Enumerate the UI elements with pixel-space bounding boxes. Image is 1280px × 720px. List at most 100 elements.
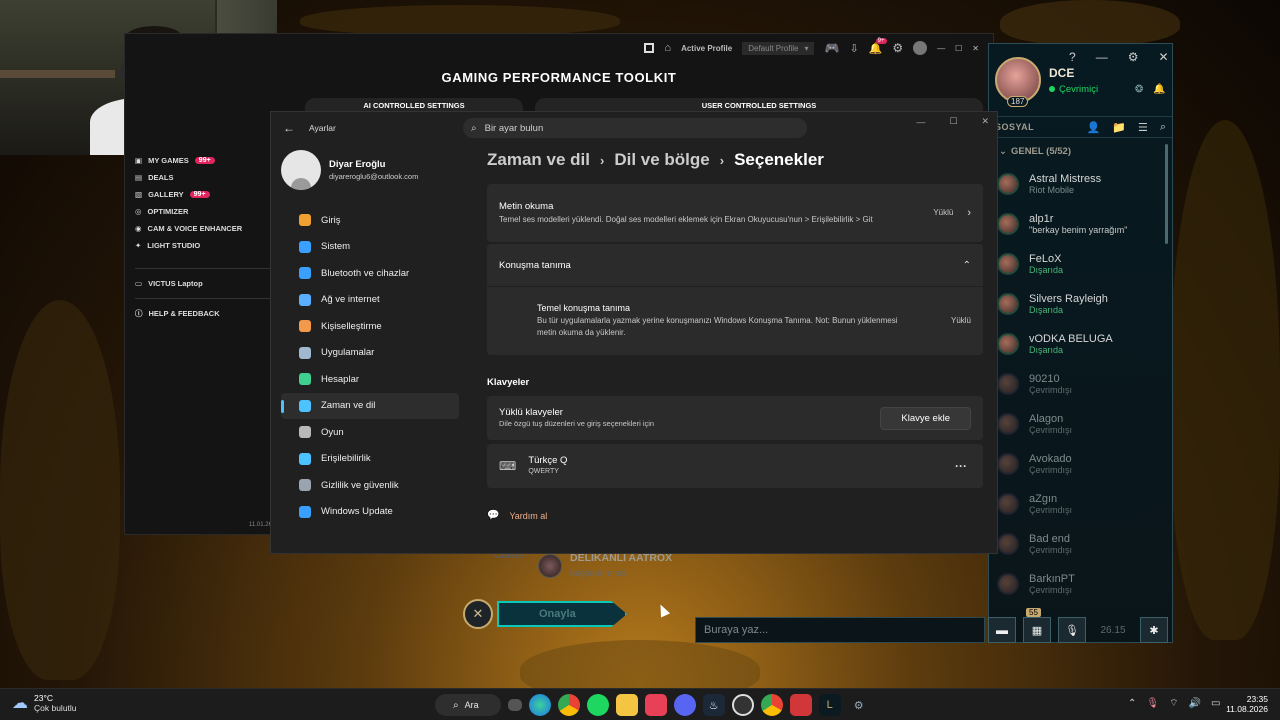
chevron-up-icon[interactable]: ⌃	[1128, 698, 1136, 709]
friend-row[interactable]: alp1r "berkay benim yarrağım"	[989, 204, 1172, 244]
text-to-speech-card[interactable]: Metin okuma Temel ses modelleri yüklendi…	[487, 184, 983, 242]
download-icon[interactable]: ⇩	[849, 42, 858, 55]
profile-avatar[interactable]: 187	[995, 57, 1041, 107]
volume-icon[interactable]: 🔊	[1189, 698, 1201, 709]
keyboard-icon: ⌨	[499, 459, 517, 473]
close-icon[interactable]: ✕	[981, 116, 989, 127]
valorant-icon[interactable]	[789, 694, 812, 716]
close-icon[interactable]: ✕	[1158, 50, 1168, 64]
menu-item-deals[interactable]: ▤ DEALS	[135, 169, 271, 186]
maximize-icon[interactable]: ☐	[949, 116, 957, 127]
bell-icon[interactable]: 🔔	[1153, 84, 1165, 95]
nav-item[interactable]: Ağ ve internet	[281, 287, 459, 314]
chat-input[interactable]: Buraya yaz...	[695, 617, 985, 643]
maximize-icon[interactable]: ☐	[955, 44, 962, 53]
help-feedback-item[interactable]: ⓘ HELP & FEEDBACK	[135, 305, 271, 322]
spotify-icon[interactable]	[586, 694, 609, 716]
friend-row[interactable]: FeLoX Dışarıda	[989, 244, 1172, 284]
chrome-icon[interactable]	[557, 694, 580, 716]
help-icon[interactable]: ?	[1069, 50, 1076, 64]
device-item[interactable]: ▭ VICTUS Laptop	[135, 275, 271, 292]
nav-item[interactable]: Giriş	[281, 207, 459, 234]
avatar[interactable]	[913, 41, 928, 55]
chrome-profile-icon[interactable]	[760, 694, 783, 716]
friend-row[interactable]: BarkınPT Çevrimdışı	[989, 564, 1172, 604]
minimize-icon[interactable]: —	[937, 44, 945, 53]
microphone-icon[interactable]: 🎙	[1146, 698, 1159, 709]
nav-item[interactable]: Windows Update	[281, 499, 459, 526]
weather-widget[interactable]: ☁ 23°C Çok bulutlu	[12, 693, 77, 713]
add-keyboard-button[interactable]: Klavye ekle	[880, 406, 971, 430]
list-icon[interactable]: ☰	[1138, 121, 1148, 134]
keyboard-list-item[interactable]: ⌨ Türkçe Q QWERTY ···	[487, 444, 983, 488]
accept-button[interactable]: Onayla	[497, 601, 627, 627]
nav-item[interactable]: Sistem	[281, 234, 459, 261]
profile-select[interactable]: Default Profile ▾	[742, 41, 815, 55]
task-view-icon[interactable]	[507, 699, 522, 711]
friend-row[interactable]: Silvers Rayleigh Dışarıda	[989, 284, 1172, 324]
controller-icon[interactable]: 🎮	[824, 41, 839, 55]
user-card[interactable]: Diyar Eroğlu diyareroglu6@outlook.com	[281, 150, 418, 190]
clock[interactable]: 23:35 11.08.2026	[1226, 694, 1268, 714]
bell-icon[interactable]: 🔔 9+	[869, 37, 887, 55]
breadcrumb-item[interactable]: Zaman ve dil	[487, 150, 590, 170]
edge-icon[interactable]	[528, 694, 551, 716]
friend-row[interactable]: aZgın Çevrimdışı	[989, 484, 1172, 524]
close-icon[interactable]: ✕	[972, 44, 979, 53]
battery-icon[interactable]: ▭	[1211, 698, 1220, 709]
breadcrumb-item[interactable]: Dil ve bölge	[614, 150, 709, 170]
taskbar-search[interactable]: ⌕ Ara	[435, 694, 501, 716]
friend-group-header[interactable]: ⌄ GENEL (5/52)	[989, 138, 1172, 164]
home-icon[interactable]: ⌂	[664, 42, 671, 54]
file-explorer-icon[interactable]	[615, 694, 638, 716]
riot-client-icon[interactable]	[644, 694, 667, 716]
menu-item-optimizer[interactable]: ◎ OPTIMIZER	[135, 203, 271, 220]
nav-item[interactable]: Erişilebilirlik	[281, 446, 459, 473]
friend-row[interactable]: Astral Mistress Riot Mobile	[989, 164, 1172, 204]
decline-button[interactable]: ✕	[463, 599, 493, 629]
search-icon[interactable]: ⌕	[1160, 121, 1166, 134]
nav-item[interactable]: Uygulamalar	[281, 340, 459, 367]
nav-item[interactable]: Zaman ve dil	[281, 392, 459, 419]
menu-item-my-games[interactable]: ▣ MY GAMES 99+	[135, 152, 271, 169]
nav-item[interactable]: Hesaplar	[281, 366, 459, 393]
presence-status[interactable]: Çevrimiçi	[1059, 84, 1098, 95]
microphone-icon[interactable]: 🎙	[1058, 617, 1086, 643]
store-icon[interactable]: ▦ 55	[1023, 608, 1051, 643]
chat-icon[interactable]: ▬	[988, 617, 1016, 643]
friend-row[interactable]: Avokado Çevrimdışı	[989, 444, 1172, 484]
menu-item-gallery[interactable]: ▧ GALLERY 99+	[135, 186, 271, 203]
more-options-icon[interactable]: ···	[955, 459, 967, 473]
steam-icon[interactable]: ♨	[702, 694, 725, 716]
league-icon[interactable]: L	[818, 694, 841, 716]
add-friend-icon[interactable]: 👤	[1087, 121, 1101, 134]
add-folder-icon[interactable]: 📁	[1112, 121, 1126, 134]
discord-icon[interactable]	[673, 694, 696, 716]
scrollbar[interactable]	[1165, 144, 1168, 244]
menu-item-light-studio[interactable]: ✦ LIGHT STUDIO	[135, 237, 271, 254]
friend-row[interactable]: Bad end Çevrimdışı	[989, 524, 1172, 564]
speech-recognition-header[interactable]: Konuşma tanıma ⌃	[487, 244, 983, 286]
bug-report-icon[interactable]: ✱	[1140, 617, 1168, 643]
nav-item[interactable]: Gizlilik ve güvenlik	[281, 472, 459, 499]
omen-logo-icon[interactable]	[644, 43, 655, 53]
friend-name: BarkınPT	[1029, 573, 1075, 585]
get-help-link[interactable]: 💬 Yardım al	[487, 510, 983, 521]
nav-item[interactable]: Kişiselleştirme	[281, 313, 459, 340]
missions-icon[interactable]: ❂	[1135, 84, 1143, 95]
nav-item[interactable]: Oyun	[281, 419, 459, 446]
gear-icon[interactable]: ⚙	[892, 41, 903, 55]
windows-start-icon[interactable]	[404, 697, 420, 713]
minimize-icon[interactable]: —	[1096, 50, 1108, 64]
nav-item[interactable]: Bluetooth ve cihazlar	[281, 260, 459, 287]
settings-app-icon[interactable]: ⚙	[848, 694, 870, 716]
obs-icon[interactable]	[731, 694, 754, 716]
friend-row[interactable]: vODKA BELUGA Dışarıda	[989, 324, 1172, 364]
minimize-icon[interactable]: —	[916, 117, 925, 127]
wifi-icon[interactable]: ⌔	[1169, 697, 1178, 710]
menu-item-cam-voice[interactable]: ◉ CAM & VOICE ENHANCER	[135, 220, 271, 237]
friend-row[interactable]: Alagon Çevrimdışı	[989, 404, 1172, 444]
gear-icon[interactable]: ⚙	[1128, 50, 1139, 64]
friend-row[interactable]: 90210 Çevrimdışı	[989, 364, 1172, 404]
search-input[interactable]: ⌕ Bir ayar bulun	[463, 118, 807, 138]
